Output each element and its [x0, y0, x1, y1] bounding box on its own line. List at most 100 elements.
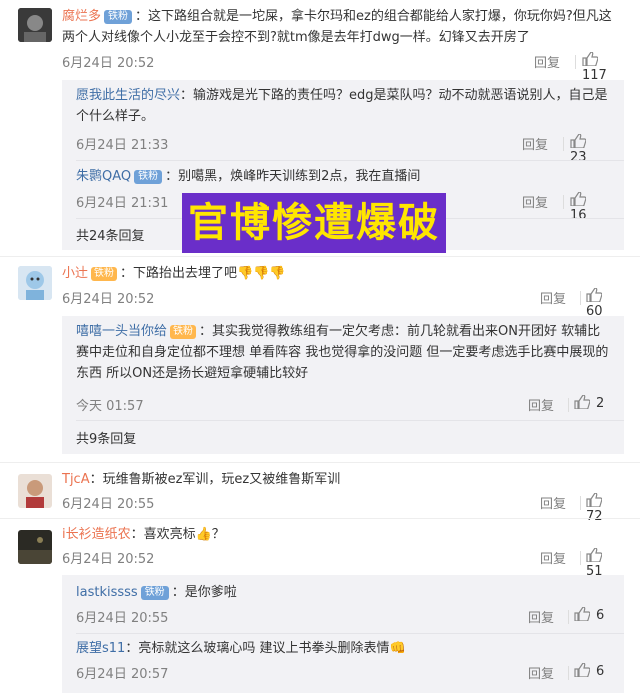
reply-content: ：亮标就这么玻璃心吗 建议上书拳头删除表情👊 [125, 641, 406, 656]
thumbs-up-icon [574, 663, 590, 677]
username[interactable]: 小辻 [62, 266, 88, 281]
fan-badge: 铁粉 [170, 325, 197, 339]
fan-badge: 铁粉 [104, 10, 133, 24]
thumbs-up-icon [586, 493, 602, 507]
reply-button[interactable]: 回复 [540, 288, 566, 307]
divider [563, 137, 564, 151]
reply-content: ：别噶黑，焕峰昨天训练到2点，我在直播间 [165, 169, 421, 184]
like-count: 72 [586, 509, 603, 524]
timestamp: 6月24日 20:52 [62, 292, 155, 307]
comment-content: ：这下路组合就是一坨屎，拿卡尔玛和ez的组合都能给人家打爆，你玩你妈?但凡这两个… [62, 9, 612, 45]
like-count: 6 [596, 664, 605, 679]
username[interactable]: 腐烂多 [62, 9, 101, 24]
reply-item: 嘻嘻一头当你给 铁粉 ：其实我觉得教练组有一定欠考虑：前几轮就看出来ON开团好 软辅… [76, 321, 612, 384]
reply-button[interactable]: 回复 [540, 493, 566, 512]
thumbs-up-icon [586, 548, 602, 562]
avatar[interactable] [18, 8, 52, 42]
like-button[interactable]: 72 [586, 493, 624, 524]
divider [76, 633, 624, 634]
comment-content: ：玩维鲁斯被ez军训，玩ez又被维鲁斯军训 [89, 472, 341, 487]
username[interactable]: 展望s11 [76, 641, 125, 656]
timestamp: 6月24日 21:33 [76, 138, 169, 153]
like-count: 16 [570, 208, 587, 223]
like-button[interactable]: 6 [574, 663, 604, 679]
reply-meta: 6月24日 21:33 回复 23 [76, 134, 608, 165]
reply-thread: lastkissss 铁粉 ：是你爹啦 6月24日 20:55 回复 6 展望s11… [62, 575, 624, 693]
username[interactable]: i长衫造纸农 [62, 527, 131, 542]
divider [76, 420, 624, 421]
reply-meta: 6月24日 20:55 回复 6 [76, 607, 608, 627]
divider [76, 160, 624, 161]
thumbs-up-icon [574, 607, 590, 621]
view-more-replies-link[interactable]: 共9条回复 [76, 428, 136, 447]
like-button[interactable]: 2 [574, 395, 604, 411]
avatar[interactable] [18, 530, 52, 564]
reply-button[interactable]: 回复 [522, 192, 548, 211]
divider [580, 291, 581, 305]
divider [0, 462, 640, 463]
timestamp: 今天 01:57 [76, 399, 144, 414]
reply-meta: 6月24日 20:57 回复 6 [76, 663, 608, 683]
divider [563, 195, 564, 209]
reply-button[interactable]: 回复 [528, 607, 554, 626]
reply-item: 展望s11：亮标就这么玻璃心吗 建议上书拳头删除表情👊 [76, 638, 612, 659]
timestamp: 6月24日 20:52 [62, 552, 155, 567]
timestamp: 6月24日 20:55 [62, 497, 155, 512]
like-button[interactable]: 6 [574, 607, 604, 623]
username[interactable]: 嘻嘻一头当你给 [76, 324, 167, 339]
reply-button[interactable]: 回复 [534, 52, 560, 71]
divider [568, 610, 569, 624]
comment-content: ：下路抬出去埋了吧👎👎👎 [120, 266, 286, 281]
thumbs-up-icon [570, 134, 586, 148]
overlay-text: 官博惨遭爆破 [188, 200, 440, 246]
username[interactable]: 朱鹮QAQ [76, 169, 131, 184]
comment-feed: 腐烂多 铁粉 ：这下路组合就是一坨屎，拿卡尔玛和ez的组合都能给人家打爆，你玩你妈?… [0, 0, 640, 693]
avatar[interactable] [18, 266, 52, 300]
username[interactable]: 愿我此生活的尽兴 [76, 88, 180, 103]
comment-content: ：喜欢亮标👍？ [130, 527, 225, 542]
thumbs-up-icon [586, 288, 602, 302]
divider [568, 398, 569, 412]
reply-button[interactable]: 回复 [522, 134, 548, 153]
reply-thread: 嘻嘻一头当你给 铁粉 ：其实我觉得教练组有一定欠考虑：前几轮就看出来ON开团好 软辅… [62, 316, 624, 454]
reply-button[interactable]: 回复 [540, 548, 566, 567]
reply-item: 愿我此生活的尽兴：输游戏是光下路的责任吗？edg是菜队吗？动不动就恶语说别人，自… [76, 85, 612, 127]
reply-item: 朱鹮QAQ 铁粉 ：别噶黑，焕峰昨天训练到2点，我在直播间 [76, 166, 612, 187]
like-button[interactable]: 60 [586, 288, 624, 319]
divider [575, 55, 576, 69]
timestamp: 6月24日 21:31 [76, 196, 169, 211]
comment-meta: 6月24日 20:52 回复 117 [62, 52, 624, 83]
thumbs-up-icon [574, 395, 590, 409]
comment-text: TjcA：玩维鲁斯被ez军训，玩ez又被维鲁斯军训 [62, 469, 624, 490]
comment-text: i长衫造纸农：喜欢亮标👍？ [62, 524, 624, 545]
username[interactable]: lastkissss [76, 585, 138, 600]
divider [580, 496, 581, 510]
comment-text: 小辻 铁粉 ：下路抬出去埋了吧👎👎👎 [62, 263, 624, 284]
comment-meta: 6月24日 20:52 回复 51 [62, 548, 624, 579]
timestamp: 6月24日 20:57 [76, 667, 169, 682]
comment-text: 腐烂多 铁粉 ：这下路组合就是一坨屎，拿卡尔玛和ez的组合都能给人家打爆，你玩你妈?… [62, 6, 624, 48]
comment-meta: 6月24日 20:55 回复 72 [62, 493, 624, 524]
divider [0, 518, 640, 519]
overlay-caption: 官博惨遭爆破 [182, 193, 446, 253]
reply-content: ：是你爹啦 [171, 585, 237, 600]
fan-badge: 铁粉 [134, 170, 163, 184]
fan-badge: 铁粉 [140, 586, 169, 600]
comment-meta: 6月24日 20:52 回复 60 [62, 288, 624, 319]
reply-meta: 今天 01:57 回复 2 [76, 395, 608, 415]
reply-item: lastkissss 铁粉 ：是你爹啦 [76, 582, 612, 603]
divider [0, 256, 640, 257]
like-button[interactable]: 117 [582, 52, 624, 83]
timestamp: 6月24日 20:52 [62, 56, 155, 71]
reply-button[interactable]: 回复 [528, 663, 554, 682]
thumbs-up-icon [570, 192, 586, 206]
timestamp: 6月24日 20:55 [76, 611, 169, 626]
avatar[interactable] [18, 474, 52, 508]
divider [568, 666, 569, 680]
thumbs-up-icon [582, 52, 598, 66]
like-count: 23 [570, 150, 587, 165]
like-count: 6 [596, 608, 605, 623]
username[interactable]: TjcA [62, 472, 90, 487]
view-more-replies-link[interactable]: 共24条回复 [76, 225, 145, 244]
reply-button[interactable]: 回复 [528, 395, 554, 414]
